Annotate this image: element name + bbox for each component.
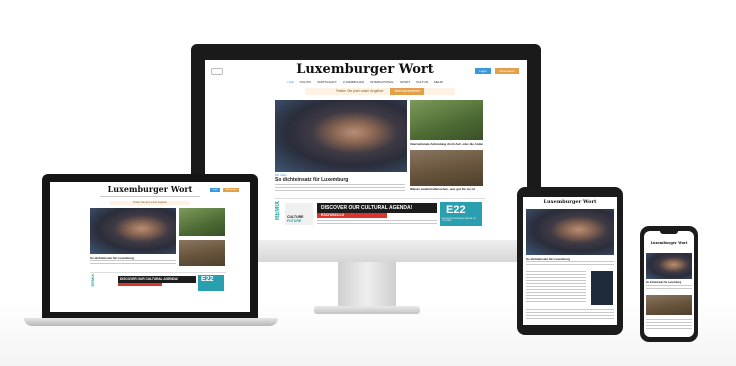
laptop-ad-remix: REMIX bbox=[90, 274, 95, 287]
nav-item-sport[interactable]: SPORT bbox=[400, 80, 410, 84]
nav-item-international[interactable]: INTERNATIONAL bbox=[370, 80, 394, 84]
laptop-ad-esch-mark: E22 bbox=[201, 276, 214, 283]
laptop-login-button[interactable]: Login bbox=[210, 188, 220, 192]
side-article-headline[interactable]: Internationale Anbindung droht Auf- oder… bbox=[410, 142, 483, 146]
phone-site-logo[interactable]: Luxemburger Wort bbox=[646, 241, 692, 245]
region-selector[interactable] bbox=[211, 68, 223, 75]
promo-banner-text: Testen Sie jetzt unser Angebot bbox=[335, 89, 384, 93]
laptop: Luxemburger Wort Login Abonnieren Testen… bbox=[42, 174, 258, 320]
laptop-ad-esch-box: E22 bbox=[198, 275, 224, 291]
tablet-footer bbox=[526, 309, 614, 319]
ad-headline: DISCOVER OUR CULTURAL AGENDA! bbox=[321, 205, 413, 211]
ad-esch-box: E22 ESCH2022 EUROPEAN CAPITAL OF CULTURE bbox=[440, 202, 482, 226]
laptop-side2-image[interactable] bbox=[179, 240, 225, 266]
laptop-screen: Luxemburger Wort Login Abonnieren Testen… bbox=[50, 182, 250, 312]
nav-item-luxembourg[interactable]: LUXEMBOURG bbox=[343, 80, 364, 84]
side2-article-image[interactable] bbox=[410, 150, 483, 186]
ad-future-label: FUTURE bbox=[287, 219, 302, 223]
devices-showcase: Luxemburger Wort Login Abonnieren LIVE P… bbox=[0, 0, 736, 366]
tablet-article-list bbox=[526, 271, 586, 303]
tablet-side-ad[interactable] bbox=[591, 271, 613, 305]
ad-culture-box: CULTURE FUTURE bbox=[285, 203, 313, 225]
nav-item-politik[interactable]: POLITIK bbox=[300, 80, 312, 84]
laptop-nav bbox=[100, 196, 200, 198]
ad-remix-label: REMIX bbox=[275, 201, 281, 221]
laptop-subscribe-button[interactable]: Abonnieren bbox=[223, 188, 239, 192]
laptop-promo-banner: Testen Sie jetzt unser Angebot bbox=[110, 201, 190, 205]
laptop-base bbox=[24, 318, 278, 326]
monitor-stand-neck bbox=[338, 262, 396, 308]
tablet: Luxemburger Wort So dichteinsatz für Lux… bbox=[517, 187, 623, 335]
main-article-teaser bbox=[275, 184, 405, 192]
phone-notch bbox=[660, 231, 678, 234]
subscribe-button[interactable]: Abonnieren bbox=[495, 68, 519, 74]
side2-article-headline[interactable]: Warum zweifeln Menschen, was gut für sie… bbox=[410, 187, 483, 191]
main-nav: LIVE POLITIK WIRTSCHAFT LUXEMBOURG INTER… bbox=[275, 80, 455, 84]
phone-second-image[interactable] bbox=[646, 295, 692, 315]
ad-sponsor-logos bbox=[317, 220, 437, 224]
phone-screen: Luxemburger Wort So dichteinsatz für Lux… bbox=[644, 231, 694, 337]
ad-sub: ESCH2022.LU bbox=[321, 213, 345, 217]
phone-teaser bbox=[646, 285, 692, 291]
nav-item-live[interactable]: LIVE bbox=[287, 80, 294, 84]
tablet-screen: Luxemburger Wort So dichteinsatz für Lux… bbox=[523, 197, 617, 325]
ad-esch-caption: ESCH2022 EUROPEAN CAPITAL OF CULTURE bbox=[442, 218, 476, 223]
laptop-main-image[interactable] bbox=[90, 208, 176, 254]
phone-footer bbox=[646, 319, 692, 329]
monitor-stand-base bbox=[314, 306, 420, 314]
tablet-main-teaser bbox=[526, 261, 614, 267]
phone-main-image[interactable] bbox=[646, 253, 692, 279]
main-article-headline[interactable]: So dichteinsatz für Luxemburg bbox=[275, 177, 405, 183]
phone-main-headline[interactable]: So dichteinsatz für Luxemburg bbox=[646, 281, 692, 284]
laptop-ad-headline: DISCOVER OUR CULTURAL AGENDA! bbox=[120, 277, 179, 281]
laptop-main-teaser bbox=[90, 260, 176, 265]
side-article-image[interactable] bbox=[410, 100, 483, 140]
nav-item-wirtschaft[interactable]: WIRTSCHAFT bbox=[317, 80, 337, 84]
main-article-image[interactable] bbox=[275, 100, 407, 172]
promo-banner-button[interactable]: Jetzt abonnieren bbox=[390, 88, 425, 95]
laptop-side-image[interactable] bbox=[179, 208, 225, 236]
laptop-ad-sub-bar bbox=[118, 283, 162, 286]
culture-ad[interactable]: REMIX CULTURE FUTURE DISCOVER OUR CULTUR… bbox=[275, 198, 485, 229]
laptop-site-logo[interactable]: Luxemburger Wort bbox=[100, 184, 200, 194]
site-logo[interactable]: Luxemburger Wort bbox=[295, 62, 435, 77]
nav-item-mehr[interactable]: MEHR bbox=[434, 80, 443, 84]
login-button[interactable]: Login bbox=[475, 68, 491, 74]
promo-banner: Testen Sie jetzt unser Angebot Jetzt abo… bbox=[305, 88, 455, 95]
phone: Luxemburger Wort So dichteinsatz für Lux… bbox=[640, 226, 698, 342]
nav-item-kultur[interactable]: KULTUR bbox=[416, 80, 428, 84]
ad-esch-mark: E22 bbox=[446, 204, 466, 216]
tablet-main-image[interactable] bbox=[526, 209, 614, 255]
tablet-site-logo[interactable]: Luxemburger Wort bbox=[535, 199, 605, 205]
laptop-culture-ad[interactable]: REMIX DISCOVER OUR CULTURAL AGENDA! E22 bbox=[90, 272, 226, 295]
